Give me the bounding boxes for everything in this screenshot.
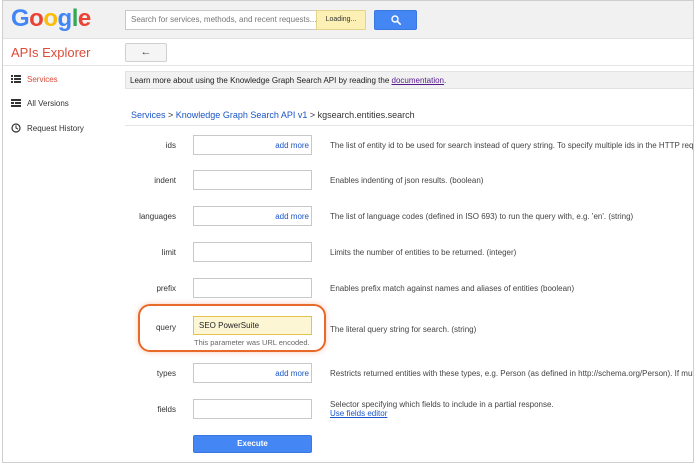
breadcrumb-api[interactable]: Knowledge Graph Search API v1 [176,110,308,120]
logo-letter: e [77,5,91,32]
param-label-fields: fields [157,405,176,414]
loading-indicator: Loading... [316,10,366,30]
param-label-query: query [155,323,176,332]
divider [125,125,693,126]
sidebar-item-all-versions[interactable]: All Versions [11,96,69,110]
types-add-more-link[interactable]: add more [275,369,309,378]
fields-editor-link[interactable]: Use fields editor [330,409,387,418]
indent-input[interactable] [193,170,312,190]
query-encoded-note: This parameter was URL encoded. [194,338,310,347]
param-desc-fields: Selector specifying which fields to incl… [330,400,554,409]
fields-input[interactable] [193,399,312,419]
search-button[interactable] [374,10,417,30]
logo-letter: G [11,5,30,32]
app-title[interactable]: APIs Explorer [11,45,90,60]
execute-button[interactable]: Execute [193,435,312,453]
versions-icon [11,98,21,108]
list-icon [11,74,21,84]
fields-editor-link-wrap: Use fields editor [330,409,387,418]
query-input[interactable]: SEO PowerSuite [193,316,312,335]
logo-letter: o [43,5,58,32]
breadcrumb-separator: > [307,110,318,120]
google-logo[interactable]: Google [11,6,91,32]
param-label-types: types [156,369,176,378]
param-label-languages: languages [139,212,176,221]
back-button[interactable]: ← [125,43,167,62]
breadcrumb: Services > Knowledge Graph Search API v1… [131,110,415,120]
sidebar-item-services[interactable]: Services [11,72,58,86]
param-desc-query: The literal query string for search. (st… [330,325,477,334]
sidebar-item-label: Request History [27,123,84,133]
param-label-limit: limit [161,248,176,257]
param-label-prefix: prefix [156,284,176,293]
languages-add-more-link[interactable]: add more [275,212,309,221]
param-desc-languages: The list of language codes (defined in I… [330,212,634,221]
param-desc-ids: The list of entity id to be used for sea… [330,141,694,150]
search-input[interactable]: Search for services, methods, and recent… [125,10,317,30]
ids-input[interactable]: add more [193,135,312,155]
info-text: Learn more about using the Knowledge Gra… [130,76,392,85]
param-label-indent: indent [154,176,176,185]
sidebar-item-label: Services [27,74,58,84]
breadcrumb-method: kgsearch.entities.search [317,110,415,120]
breadcrumb-separator: > [165,110,176,120]
info-banner: Learn more about using the Knowledge Gra… [125,71,693,89]
history-icon [11,123,21,133]
param-desc-prefix: Enables prefix match against names and a… [330,284,575,293]
ids-add-more-link[interactable]: add more [275,141,309,150]
search-icon [391,15,401,25]
param-desc-types: Restricts returned entities with these t… [330,369,694,378]
top-header: Google Search for services, methods, and… [3,1,693,39]
sidebar-item-request-history[interactable]: Request History [11,121,84,135]
param-desc-limit: Limits the number of entities to be retu… [330,248,517,257]
param-label-ids: ids [165,141,176,150]
app-window: Google Search for services, methods, and… [2,0,694,463]
info-suffix: . [444,76,447,85]
types-input[interactable]: add more [193,363,312,383]
param-desc-indent: Enables indenting of json results. (bool… [330,176,484,185]
prefix-input[interactable] [193,278,312,298]
logo-letter: o [29,5,44,32]
sidebar-item-label: All Versions [27,98,69,108]
languages-input[interactable]: add more [193,206,312,226]
logo-letter: g [57,5,73,32]
limit-input[interactable] [193,242,312,262]
documentation-link[interactable]: documentation [392,76,444,85]
divider [3,65,693,66]
breadcrumb-services[interactable]: Services [131,110,166,120]
